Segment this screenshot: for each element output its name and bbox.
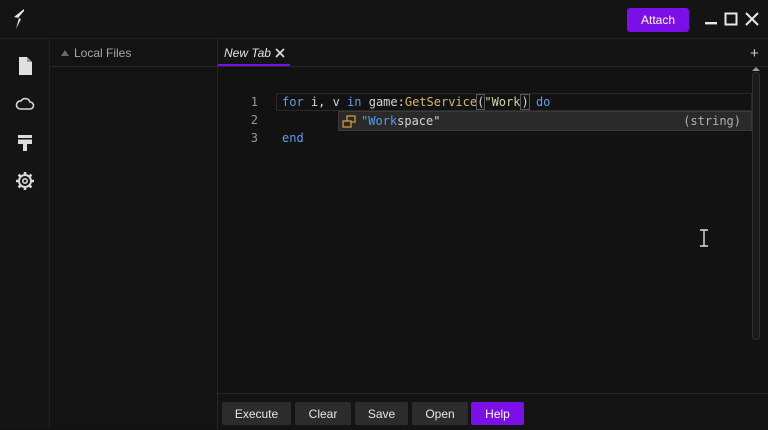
editor-scrollbar[interactable] <box>752 72 760 340</box>
line-number: 2 <box>250 113 258 127</box>
string-suggestion-icon <box>342 115 356 128</box>
tab-bar: New Tab + <box>218 39 768 67</box>
maximize-icon[interactable] <box>723 11 739 27</box>
open-button[interactable]: Open <box>412 402 468 425</box>
function-name: GetService <box>404 95 478 109</box>
code-editor[interactable]: 1 2 3 for i, v in game:GetService("Work)… <box>218 67 768 393</box>
local-files-label: Local Files <box>74 46 132 60</box>
game-object: game: <box>361 95 405 109</box>
text-cursor-ibeam-icon <box>700 229 708 247</box>
title-bar: Attach <box>0 0 768 39</box>
collapse-triangle-icon[interactable] <box>61 49 69 57</box>
bottom-toolbar: Execute Clear Save Open Help <box>218 393 768 430</box>
string-literal: "Work <box>484 95 521 109</box>
execute-button[interactable]: Execute <box>222 402 291 425</box>
autocomplete-suggestion[interactable]: "Workspace" (string) <box>338 111 752 131</box>
sidebar <box>0 39 50 429</box>
minimize-icon[interactable] <box>703 11 719 27</box>
save-button[interactable]: Save <box>355 402 408 425</box>
line-number: 3 <box>250 131 258 145</box>
scroll-up-arrow-icon[interactable] <box>752 67 760 71</box>
local-files-header[interactable]: Local Files <box>50 39 217 67</box>
tab-new-tab[interactable]: New Tab <box>218 39 290 66</box>
close-tab-icon[interactable] <box>275 48 285 58</box>
loop-vars: i, v <box>303 95 348 109</box>
paint-roller-icon[interactable] <box>15 133 35 153</box>
close-icon[interactable] <box>744 11 760 27</box>
attach-button[interactable]: Attach <box>627 8 689 32</box>
clear-button[interactable]: Clear <box>295 402 351 425</box>
cloud-icon[interactable] <box>15 94 35 114</box>
app-logo-icon <box>14 9 24 29</box>
keyword-in: in <box>347 95 362 109</box>
gear-icon[interactable] <box>15 171 35 191</box>
code-line-3: end <box>282 131 304 145</box>
keyword-for: for <box>282 95 304 109</box>
close-paren: ) <box>520 94 530 110</box>
line-number: 1 <box>250 95 258 109</box>
help-button[interactable]: Help <box>471 402 524 425</box>
keyword-do: do <box>535 95 551 109</box>
add-tab-button[interactable]: + <box>750 45 759 62</box>
suggestion-type: (string) <box>683 114 741 128</box>
code-line-1: for i, v in game:GetService("Work) do <box>282 94 551 110</box>
tab-label: New Tab <box>224 46 271 60</box>
file-icon[interactable] <box>15 56 35 76</box>
local-files-panel: Local Files <box>50 39 218 429</box>
suggestion-text: "Workspace" <box>361 114 441 128</box>
